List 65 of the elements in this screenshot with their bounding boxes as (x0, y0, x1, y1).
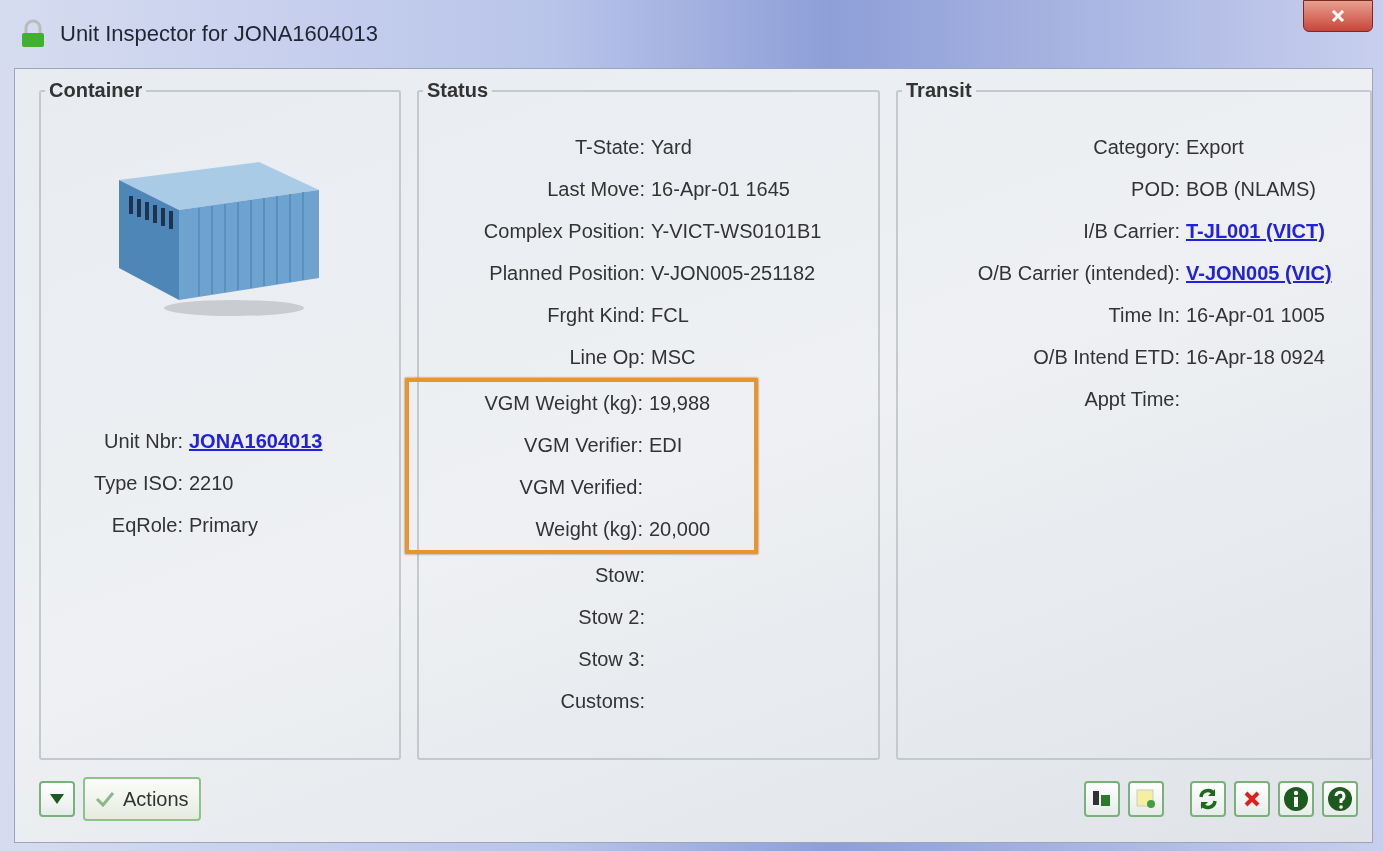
field-label: POD: (1131, 177, 1180, 202)
field-label: Frght Kind: (547, 303, 645, 328)
field-label: Type ISO: (94, 471, 183, 496)
field-label: T-State: (574, 135, 645, 160)
field-label: I/B Carrier: (1083, 219, 1180, 244)
field-label: VGM Weight (kg): (484, 391, 643, 416)
refresh-icon (1196, 787, 1220, 811)
info-button[interactable] (1278, 781, 1314, 817)
field-label: O/B Intend ETD: (1033, 345, 1180, 370)
panel-title: Container (48, 79, 144, 102)
field-value: MSC (650, 345, 697, 370)
field-label: Stow 2: (578, 605, 645, 630)
field-value: Y-VICT-WS0101B1 (650, 219, 823, 244)
dropdown-button[interactable] (39, 781, 75, 817)
refresh-button[interactable] (1190, 781, 1226, 817)
panel-title: Status (426, 79, 490, 102)
field-value: EDI (648, 433, 684, 458)
close-icon (1331, 9, 1345, 23)
field-label: O/B Carrier (intended): (977, 261, 1180, 286)
field-value: BOB (NLAMS) (1185, 177, 1318, 202)
caret-icon (49, 793, 65, 805)
field-label: Stow: (594, 563, 645, 588)
field-label: Category: (1093, 135, 1180, 160)
close-icon (1242, 789, 1262, 809)
field-label: Unit Nbr: (104, 429, 183, 454)
field-label: Time In: (1108, 303, 1180, 328)
help-icon (1327, 786, 1353, 812)
note-button[interactable] (1128, 781, 1164, 817)
field-value: 16-Apr-18 0924 (1185, 345, 1326, 370)
field-value: 20,000 (648, 517, 712, 542)
panel-title: Transit (905, 79, 973, 102)
info-icon (1283, 786, 1309, 812)
field-value: V-JON005-251182 (650, 261, 817, 286)
close-button[interactable] (1303, 0, 1373, 32)
field-link[interactable]: V-JON005 (VIC) (1186, 252, 1332, 294)
field-label: Line Op: (569, 345, 645, 370)
field-link[interactable]: JONA1604013 (189, 420, 323, 462)
field-value: Export (1185, 135, 1245, 160)
help-button[interactable] (1322, 781, 1358, 817)
field-label: EqRole: (111, 513, 183, 538)
field-value: 16-Apr-01 1005 (1185, 303, 1326, 328)
field-label: VGM Verifier: (524, 433, 643, 458)
field-value: 16-Apr-01 1645 (650, 177, 791, 202)
field-label: Complex Position: (483, 219, 645, 244)
note-icon (1134, 787, 1158, 811)
field-label: Weight (kg): (535, 517, 643, 542)
field-label: Planned Position: (489, 261, 645, 286)
field-value: Primary (188, 513, 259, 538)
check-icon (95, 791, 115, 807)
columns-button[interactable] (1084, 781, 1120, 817)
field-label: Stow 3: (578, 647, 645, 672)
field-label: VGM Verified: (519, 475, 643, 500)
field-value: Yard (650, 135, 693, 160)
field-label: Appt Time: (1084, 387, 1180, 412)
delete-button[interactable] (1234, 781, 1270, 817)
field-label: Last Move: (547, 177, 645, 202)
field-label: Customs: (560, 689, 645, 714)
grid-icon (1091, 789, 1113, 809)
field-value: FCL (650, 303, 690, 328)
lock-icon (20, 19, 46, 49)
field-value: 2210 (188, 471, 235, 496)
actions-button[interactable]: Actions (83, 777, 201, 821)
field-value: 19,988 (648, 391, 712, 416)
window-title: Unit Inspector for JONA1604013 (60, 21, 378, 47)
field-link[interactable]: T-JL001 (VICT) (1186, 210, 1325, 252)
